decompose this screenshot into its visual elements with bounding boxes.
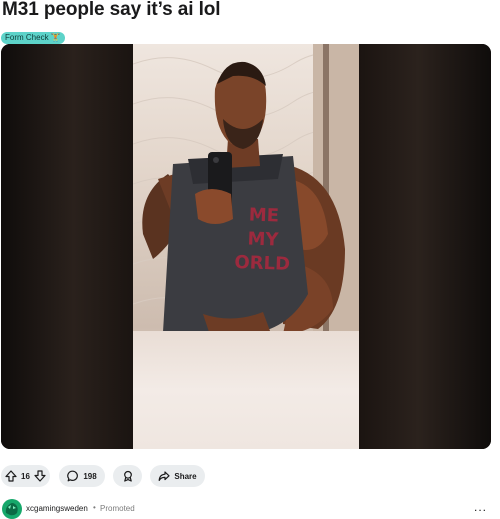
upvote-arrow-icon[interactable] [5,470,17,482]
post-action-bar: 16 198 Share [0,465,500,489]
post-media[interactable]: ME MY ORLD [1,44,491,449]
post-flair[interactable]: Form Check 🏋️ [1,32,65,44]
sink-counter [133,331,359,449]
vote-count: 16 [21,471,30,481]
blurred-background-left [1,44,133,449]
downvote-arrow-icon[interactable] [34,470,46,482]
share-arrow-icon [158,471,170,481]
share-button[interactable]: Share [150,465,205,487]
promoted-label: Promoted [100,504,135,513]
more-options-icon[interactable]: ... [474,500,487,514]
promoted-post-footer: xcgamingsweden • Promoted ... [0,498,500,519]
vote-pill: 16 [1,465,50,487]
advertiser-logo-icon [5,503,18,516]
separator-dot: • [93,503,96,512]
post-title[interactable]: M31 people say it’s ai lol [2,0,221,21]
award-icon [123,470,132,482]
shirt-print-line: ME [248,204,280,227]
advertiser-avatar[interactable] [2,499,22,519]
shirt-print-line: ORLD [234,252,291,275]
comment-bubble-icon [67,470,79,482]
shirt-print: ME MY ORLD [222,203,304,278]
post-image[interactable]: ME MY ORLD [133,44,359,449]
blurred-background-right [359,44,491,449]
shirt-print-line: MY [247,228,279,251]
comments-button[interactable]: 198 [59,465,105,487]
share-label: Share [174,471,197,481]
advertiser-name[interactable]: xcgamingsweden [26,504,88,513]
award-button[interactable] [113,465,142,487]
comment-count: 198 [83,471,97,481]
